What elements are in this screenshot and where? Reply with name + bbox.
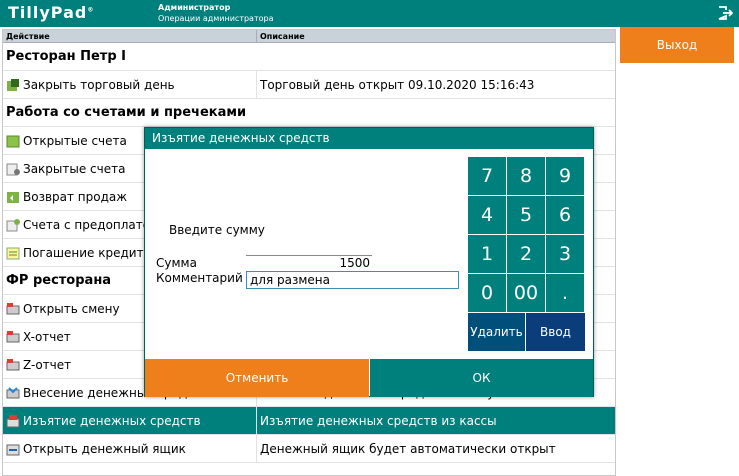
row-description: Изъятие денежных средств из кассы: [260, 413, 497, 428]
table-section-header: Работа со счетами и пречеками: [3, 99, 615, 127]
ok-button[interactable]: ОК: [370, 359, 593, 397]
x-report-icon: [6, 330, 20, 342]
numpad-key-2[interactable]: 2: [507, 235, 545, 273]
numpad-key-7[interactable]: 7: [468, 157, 506, 195]
cash-in-icon: [6, 386, 20, 398]
cash-out-icon: [6, 414, 20, 427]
numpad-key-1[interactable]: 1: [468, 235, 506, 273]
row-action-label: ФР ресторана: [6, 273, 112, 288]
row-action-cell: Работа со счетами и пречеками: [3, 99, 246, 126]
enter-button[interactable]: Ввод: [526, 313, 585, 351]
cancel-button[interactable]: Отменить: [145, 359, 369, 397]
row-action-label: Z-отчет: [23, 357, 72, 372]
user-subtitle: Операции администратора: [158, 14, 274, 23]
column-header-action: Действие: [3, 30, 257, 42]
row-action-label: Закрытые счета: [23, 161, 126, 176]
sum-input[interactable]: 1500: [246, 255, 372, 270]
numpad-key-4[interactable]: 4: [468, 196, 506, 234]
row-action-label: Открыть смену: [23, 301, 120, 316]
cash-withdrawal-dialog: Изъятие денежных средств Введите сумму С…: [144, 127, 594, 397]
row-action-label: Открытые счета: [23, 133, 127, 148]
user-block: Администратор Операции администратора: [158, 2, 274, 24]
row-description: Торговый день открыт 09.10.2020 15:16:43: [260, 77, 535, 92]
row-action-label: Ресторан Петр I: [6, 49, 127, 64]
row-action-cell: Ресторан Петр I: [3, 43, 126, 70]
close-day-icon: [7, 78, 19, 91]
numpad-key-5[interactable]: 5: [507, 196, 545, 234]
numpad-key-6[interactable]: 6: [546, 196, 584, 234]
prepaid-bills-icon: [6, 218, 20, 231]
numpad-key-00[interactable]: 00: [507, 274, 545, 312]
user-name: Администратор: [158, 3, 231, 12]
row-action-label: Закрыть торговый день: [23, 77, 175, 92]
row-action-label: Возврат продаж: [23, 189, 128, 204]
row-action-label: Работа со счетами и пречеками: [6, 105, 247, 120]
numpad-key-dot[interactable]: .: [546, 274, 584, 312]
logout-icon[interactable]: [717, 5, 733, 21]
row-action-label: X-отчет: [23, 329, 71, 344]
numpad-key-0[interactable]: 0: [468, 274, 506, 312]
amount-prompt: Введите сумму: [169, 223, 265, 237]
table-row[interactable]: Изъятие денежных средств Изъятие денежных…: [3, 407, 615, 435]
cash-drawer-icon: [6, 444, 20, 455]
row-action-label: Изъятие денежных средств: [23, 413, 201, 428]
sales-return-icon: [7, 191, 19, 203]
open-shift-icon: [6, 302, 20, 314]
delete-button[interactable]: Удалить: [468, 313, 525, 351]
numpad-key-8[interactable]: 8: [507, 157, 545, 195]
row-action-label: Открыть денежный ящик: [23, 441, 186, 456]
comment-label: Комментарий: [156, 271, 243, 285]
row-action-cell: Изъятие денежных средств: [3, 407, 257, 434]
table-row[interactable]: Закрыть торговый день Торговый день откры…: [3, 71, 615, 99]
table-section-header: Ресторан Петр I: [3, 43, 615, 71]
row-action-label: Погашение кредита: [23, 245, 151, 260]
column-header-description: Описание: [260, 32, 305, 41]
credit-repay-icon: [6, 247, 20, 259]
comment-input[interactable]: для размена: [246, 271, 459, 289]
row-action-cell: Открыть денежный ящик: [3, 435, 257, 462]
row-description: Денежный ящик будет автоматически открыт: [260, 441, 556, 456]
numpad-key-3[interactable]: 3: [546, 235, 584, 273]
numpad-key-9[interactable]: 9: [546, 157, 584, 195]
sum-label: Сумма: [156, 256, 197, 270]
top-bar: TillyPad® Администратор Операции админис…: [0, 0, 739, 27]
dialog-footer: Отменить ОК: [145, 359, 593, 397]
row-action-cell: ФР ресторана: [3, 267, 111, 294]
closed-bills-icon: [6, 163, 20, 175]
z-report-icon: [6, 358, 20, 370]
table-header: Действие Описание: [3, 30, 615, 43]
dialog-title: Изъятие денежных средств: [145, 128, 593, 149]
row-action-label: Счета с предоплатой: [23, 217, 158, 232]
exit-button[interactable]: Выход: [620, 27, 734, 63]
open-bills-icon: [6, 135, 20, 147]
table-row[interactable]: Открыть денежный ящик Денежный ящик будет…: [3, 435, 615, 463]
app-logo: TillyPad®: [8, 3, 95, 22]
row-action-cell: Закрыть торговый день: [3, 71, 257, 98]
